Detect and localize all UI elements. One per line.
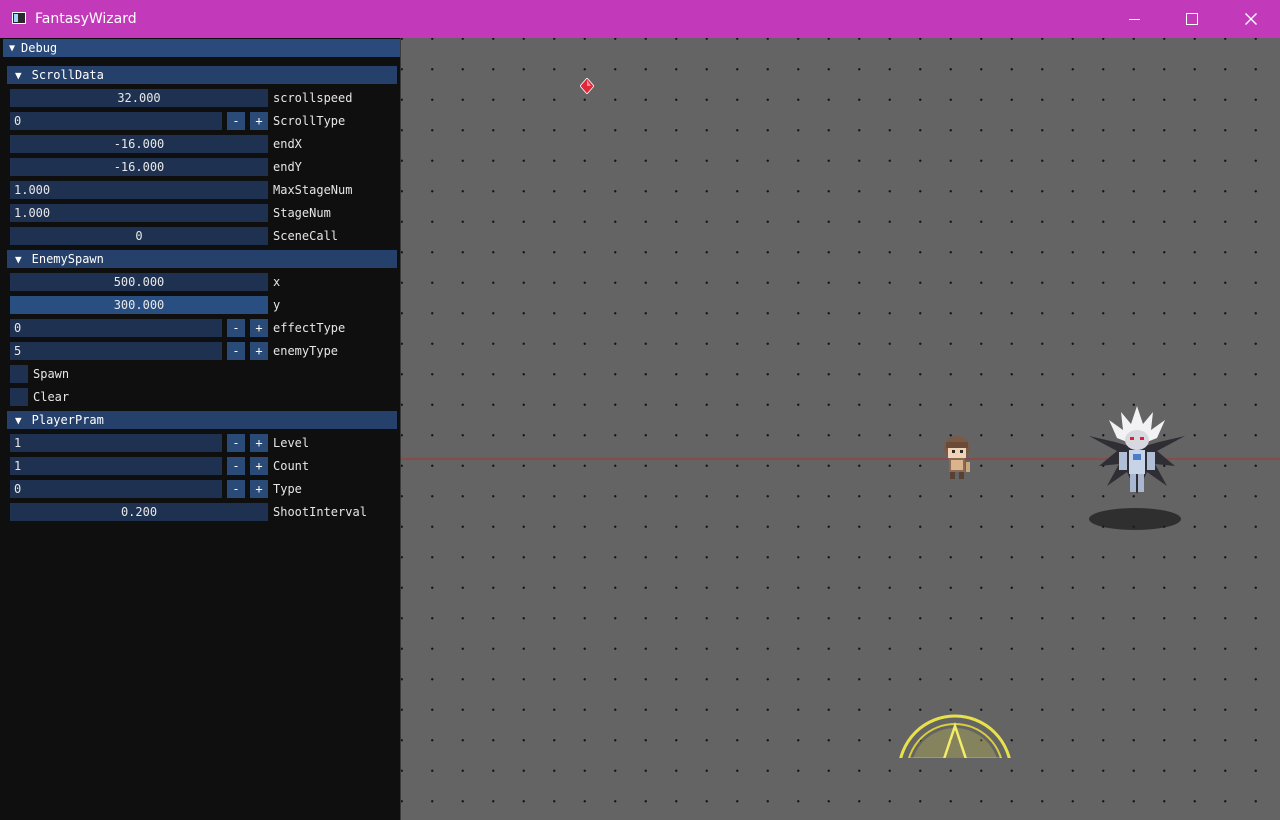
collapse-arrow-icon[interactable]: ▼ xyxy=(15,414,22,427)
section-title: PlayerPram xyxy=(31,413,104,427)
shootinterval-slider[interactable]: 0.200 xyxy=(10,503,268,521)
scrolltype-decrement-button[interactable]: - xyxy=(227,112,245,130)
endx-slider[interactable]: -16.000 xyxy=(10,135,268,153)
effecttype-increment-button[interactable]: + xyxy=(250,319,268,337)
minimize-button[interactable] xyxy=(1105,0,1163,38)
clear-checkbox-label[interactable]: Clear xyxy=(33,388,69,406)
count-input[interactable]: 1 xyxy=(10,457,222,475)
collapse-arrow-icon[interactable]: ▼ xyxy=(9,43,15,54)
endy-label: endY xyxy=(273,160,302,174)
maximize-button[interactable] xyxy=(1163,0,1221,38)
effecttype-label: effectType xyxy=(273,321,346,335)
game-viewport[interactable] xyxy=(401,38,1280,820)
scrollspeed-slider[interactable]: 32.000 xyxy=(10,89,268,107)
maxstagenum-label: MaxStageNum xyxy=(273,183,353,197)
count-decrement-button[interactable]: - xyxy=(227,457,245,475)
spawn-x-label: x xyxy=(273,275,281,289)
shootinterval-label: ShootInterval xyxy=(273,505,367,519)
endx-label: endX xyxy=(273,137,302,151)
red-gem-icon xyxy=(580,78,594,94)
spawn-y-slider[interactable]: 300.000 xyxy=(10,296,268,314)
type-decrement-button[interactable]: - xyxy=(227,480,245,498)
effecttype-decrement-button[interactable]: - xyxy=(227,319,245,337)
enemytype-decrement-button[interactable]: - xyxy=(227,342,245,360)
window-titlebar[interactable]: FantasyWizard xyxy=(0,0,1280,38)
spawn-y-label: y xyxy=(273,298,281,312)
level-increment-button[interactable]: + xyxy=(250,434,268,452)
scrolltype-increment-button[interactable]: + xyxy=(250,112,268,130)
app-window-icon xyxy=(12,12,26,24)
boss-shadow xyxy=(1089,508,1181,530)
debug-window-title: Debug xyxy=(21,41,58,55)
maxstagenum-input[interactable]: 1.000 xyxy=(10,181,268,199)
count-increment-button[interactable]: + xyxy=(250,457,268,475)
collapse-arrow-icon[interactable]: ▼ xyxy=(15,253,22,266)
level-input[interactable]: 1 xyxy=(10,434,222,452)
type-input[interactable]: 0 xyxy=(10,480,222,498)
level-label: Level xyxy=(273,436,310,450)
type-increment-button[interactable]: + xyxy=(250,480,268,498)
boss-enemy-sprite xyxy=(1089,406,1185,494)
spawn-x-slider[interactable]: 500.000 xyxy=(10,273,268,291)
stagenum-label: StageNum xyxy=(273,206,331,220)
section-header-scrolldata[interactable]: ▼ ScrollData xyxy=(7,66,397,84)
type-label: Type xyxy=(273,482,302,496)
enemytype-input[interactable]: 5 xyxy=(10,342,222,360)
maximize-icon xyxy=(1186,13,1198,25)
section-header-enemyspawn[interactable]: ▼ EnemySpawn xyxy=(7,250,397,268)
spawn-checkbox-label[interactable]: Spawn xyxy=(33,365,69,383)
effecttype-input[interactable]: 0 xyxy=(10,319,222,337)
minimize-icon xyxy=(1128,18,1140,20)
debug-panel: ▼ Debug ▼ ScrollData 32.000 scrollspeed … xyxy=(0,38,401,820)
enemytype-label: enemyType xyxy=(273,344,339,358)
section-title: EnemySpawn xyxy=(31,252,104,266)
magic-circle-sprite xyxy=(899,714,1011,758)
endy-slider[interactable]: -16.000 xyxy=(10,158,268,176)
level-decrement-button[interactable]: - xyxy=(227,434,245,452)
section-title: ScrollData xyxy=(31,68,104,82)
count-label: Count xyxy=(273,459,310,473)
scrollspeed-label: scrollspeed xyxy=(273,91,353,105)
clear-checkbox[interactable] xyxy=(10,388,28,406)
section-header-playerpram[interactable]: ▼ PlayerPram xyxy=(7,411,397,429)
scenecall-slider[interactable]: 0 xyxy=(10,227,268,245)
debug-window-titlebar[interactable]: ▼ Debug xyxy=(3,39,400,57)
scrolltype-input[interactable]: 0 xyxy=(10,112,222,130)
enemytype-increment-button[interactable]: + xyxy=(250,342,268,360)
stagenum-input[interactable]: 1.000 xyxy=(10,204,268,222)
spawn-checkbox[interactable] xyxy=(10,365,28,383)
player-character-sprite xyxy=(944,436,970,479)
scrolltype-label: ScrollType xyxy=(273,114,346,128)
window-title: FantasyWizard xyxy=(35,11,137,27)
close-icon xyxy=(1245,13,1257,25)
collapse-arrow-icon[interactable]: ▼ xyxy=(15,69,22,82)
scenecall-label: SceneCall xyxy=(273,229,339,243)
close-button[interactable] xyxy=(1222,0,1280,38)
